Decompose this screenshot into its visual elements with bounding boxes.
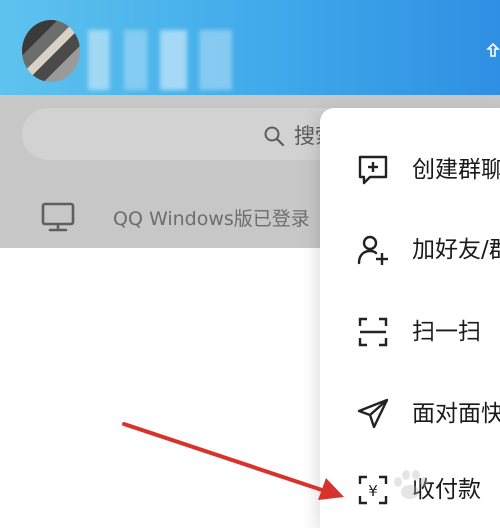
menu-label-scan: 扫一扫 <box>412 319 481 345</box>
theme-icon[interactable] <box>486 42 500 62</box>
plus-popup-menu: 创建群聊 加好友/群 扫一扫 面对面快传 ¥ 收付款 <box>320 108 500 528</box>
menu-label-add-friend: 加好友/群 <box>412 237 500 263</box>
menu-label-create-group: 创建群聊 <box>412 157 500 183</box>
menu-item-face-to-face[interactable]: 面对面快传 <box>320 370 500 450</box>
face-to-face-icon <box>357 398 389 429</box>
create-group-icon <box>358 155 388 185</box>
search-icon <box>264 126 285 147</box>
monitor-icon <box>41 202 75 232</box>
watermark <box>388 468 498 508</box>
device-login-status[interactable]: QQ Windows版已登录 <box>113 204 310 231</box>
user-name-blurred <box>88 30 268 90</box>
paw-watermark-icon <box>394 470 428 499</box>
menu-label-face-to-face: 面对面快传 <box>412 401 500 427</box>
profile-header <box>0 0 500 95</box>
receive-money-icon: ¥ <box>358 475 388 505</box>
menu-item-create-group[interactable]: 创建群聊 <box>320 126 500 206</box>
add-friend-icon <box>357 235 388 265</box>
menu-item-scan[interactable]: 扫一扫 <box>320 288 500 368</box>
svg-text:¥: ¥ <box>368 482 378 500</box>
menu-item-add-friend[interactable]: 加好友/群 <box>320 206 500 286</box>
user-avatar[interactable] <box>22 20 80 82</box>
scan-icon <box>358 317 388 347</box>
